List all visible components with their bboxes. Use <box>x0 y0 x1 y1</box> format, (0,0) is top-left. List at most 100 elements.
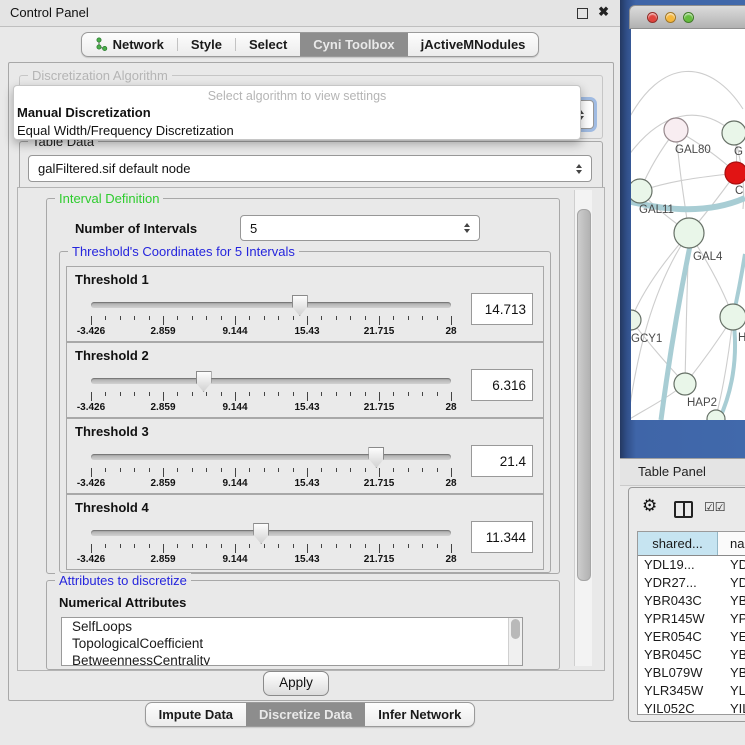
cyni-toolbox-panel: Discretization Algorithm Select algorith… <box>8 62 614 701</box>
table-row[interactable]: YBR045CYBR0 <box>638 646 745 664</box>
dropdown-option-manual-discretization[interactable]: Manual Discretization <box>14 104 580 122</box>
float-window-icon[interactable] <box>577 8 588 19</box>
tick-mark <box>91 316 92 325</box>
slider-ticks <box>91 316 451 326</box>
table-row[interactable]: YBR043CYBR0 <box>638 592 745 610</box>
threshold-2-value-field[interactable]: 6.316 <box>471 369 533 401</box>
network-node-GAL11-node[interactable] <box>631 179 652 203</box>
table-cell: YLR345W <box>638 682 718 700</box>
tab-cyni-toolbox[interactable]: Cyni Toolbox <box>300 33 407 56</box>
slider-tick-labels: -3.4262.8599.14415.4321.71528 <box>91 402 451 414</box>
right-pane: GAL80GCGAL11GAL4GCY1HHAP2 Table Panel ⚙ … <box>620 0 745 745</box>
network-node-top-right-node[interactable] <box>722 121 745 145</box>
window-minimize-button[interactable] <box>665 12 676 23</box>
network-node-H-node[interactable] <box>720 304 745 330</box>
threshold-3-value-field[interactable]: 21.4 <box>471 445 533 477</box>
tick-label: 21.715 <box>364 402 395 413</box>
threshold-4-value-field[interactable]: 11.344 <box>471 521 533 553</box>
network-node-label: GAL80 <box>675 144 711 156</box>
network-node-GCY1-node[interactable] <box>631 310 641 330</box>
column-header-name[interactable]: na <box>718 532 745 555</box>
tick-mark <box>163 468 164 477</box>
tick-mark <box>307 316 308 325</box>
number-of-intervals-combobox[interactable]: 5 <box>240 215 480 241</box>
tick-label: 2.859 <box>150 554 175 565</box>
gear-icon[interactable]: ⚙ <box>642 496 657 516</box>
slider-ticks <box>91 468 451 478</box>
threshold-coordinates-group-label: Threshold's Coordinates for 5 Intervals <box>68 244 299 259</box>
vertical-scrollbar[interactable] <box>574 190 592 666</box>
dropdown-placeholder-option[interactable]: Select algorithm to view settings <box>14 86 580 104</box>
slider-handle[interactable] <box>196 371 212 392</box>
table-row[interactable]: YER054CYER0 <box>638 628 745 646</box>
tick-label: 15.43 <box>294 554 319 565</box>
slider-track[interactable] <box>91 530 451 536</box>
tick-label: 28 <box>445 478 456 489</box>
apply-button[interactable]: Apply <box>263 671 329 696</box>
slider-handle[interactable] <box>253 523 269 544</box>
tab-select[interactable]: Select <box>236 33 300 56</box>
tick-mark <box>221 544 222 548</box>
network-node-GAL80-node[interactable] <box>664 118 688 142</box>
threshold-1-slider[interactable]: -3.4262.8599.14415.4321.71528 <box>91 295 451 339</box>
scrollbar-thumb[interactable] <box>577 209 591 581</box>
column-header-shared[interactable]: shared... <box>638 532 718 555</box>
table-row[interactable]: YDR27...YDR2 <box>638 574 745 592</box>
network-canvas[interactable]: GAL80GCGAL11GAL4GCY1HHAP2 <box>631 29 745 420</box>
network-tab-icon <box>95 37 108 51</box>
network-window-titlebar[interactable] <box>629 5 745 29</box>
network-node-red-node[interactable] <box>725 162 745 184</box>
threshold-3-slider[interactable]: -3.4262.8599.14415.4321.71528 <box>91 447 451 491</box>
table-row[interactable]: YDL19...YDL1 <box>638 556 745 574</box>
numerical-attributes-label: Numerical Attributes <box>59 595 186 610</box>
tick-mark <box>278 392 279 396</box>
slider-track[interactable] <box>91 302 451 308</box>
tab-jactivemnodules[interactable]: jActiveMNodules <box>408 33 539 56</box>
tick-mark <box>437 468 438 472</box>
list-item-topologicalcoefficient[interactable]: TopologicalCoefficient <box>62 635 522 652</box>
network-node-GAL4-node[interactable] <box>674 218 704 248</box>
threshold-2-slider[interactable]: -3.4262.8599.14415.4321.71528 <box>91 371 451 415</box>
slider-track[interactable] <box>91 378 451 384</box>
threshold-1-value-field[interactable]: 14.713 <box>471 293 533 325</box>
slider-track[interactable] <box>91 454 451 460</box>
table-cell: YDL1 <box>718 556 745 574</box>
tab-infer-network[interactable]: Infer Network <box>365 703 474 726</box>
table-data-combobox[interactable]: galFiltered.sif default node <box>28 155 592 182</box>
slider-handle[interactable] <box>368 447 384 468</box>
close-icon[interactable]: ✖ <box>598 4 609 20</box>
window-close-button[interactable] <box>647 12 658 23</box>
list-item-selfloops[interactable]: SelfLoops <box>62 618 522 635</box>
tick-mark <box>350 392 351 396</box>
table-row[interactable]: YBL079WYBL0 <box>638 664 745 682</box>
slider-handle[interactable] <box>292 295 308 316</box>
algorithm-dropdown-popup: Select algorithm to view settings Manual… <box>13 85 581 140</box>
table-row[interactable]: YPR145WYPR1 <box>638 610 745 628</box>
network-node-HAP2-node[interactable] <box>674 373 696 395</box>
tick-mark <box>177 316 178 320</box>
tab-discretize-data[interactable]: Discretize Data <box>246 703 365 726</box>
tab-network[interactable]: Network <box>82 33 177 56</box>
tick-label: 28 <box>445 326 456 337</box>
table-row[interactable]: YLR345WYLR3 <box>638 682 745 700</box>
window-zoom-button[interactable] <box>683 12 694 23</box>
tick-mark <box>120 468 121 472</box>
tab-style[interactable]: Style <box>178 33 235 56</box>
checkbox-icons[interactable]: ☑☑ <box>704 500 726 514</box>
attributes-scrollbar[interactable] <box>508 618 522 665</box>
split-view-icon[interactable] <box>674 501 693 518</box>
threshold-3-panel: Threshold 3 -3.4262.8599.14415.4321.7152… <box>66 418 544 494</box>
tab-impute-data[interactable]: Impute Data <box>146 703 246 726</box>
tick-mark <box>393 316 394 320</box>
tick-mark <box>437 544 438 548</box>
threshold-4-slider[interactable]: -3.4262.8599.14415.4321.71528 <box>91 523 451 567</box>
numerical-attributes-list[interactable]: SelfLoops TopologicalCoefficient Between… <box>61 617 523 666</box>
list-item-betweennesscentrality[interactable]: BetweennessCentrality <box>62 652 522 666</box>
threshold-1-label: Threshold 1 <box>75 272 149 287</box>
table-cell: YBR0 <box>718 646 745 664</box>
table-row[interactable]: YIL052CYIL0 <box>638 700 745 715</box>
tick-mark <box>249 316 250 320</box>
tick-mark <box>422 544 423 548</box>
dropdown-option-equal-width[interactable]: Equal Width/Frequency Discretization <box>14 122 580 140</box>
scrollbar-thumb[interactable] <box>511 619 520 639</box>
